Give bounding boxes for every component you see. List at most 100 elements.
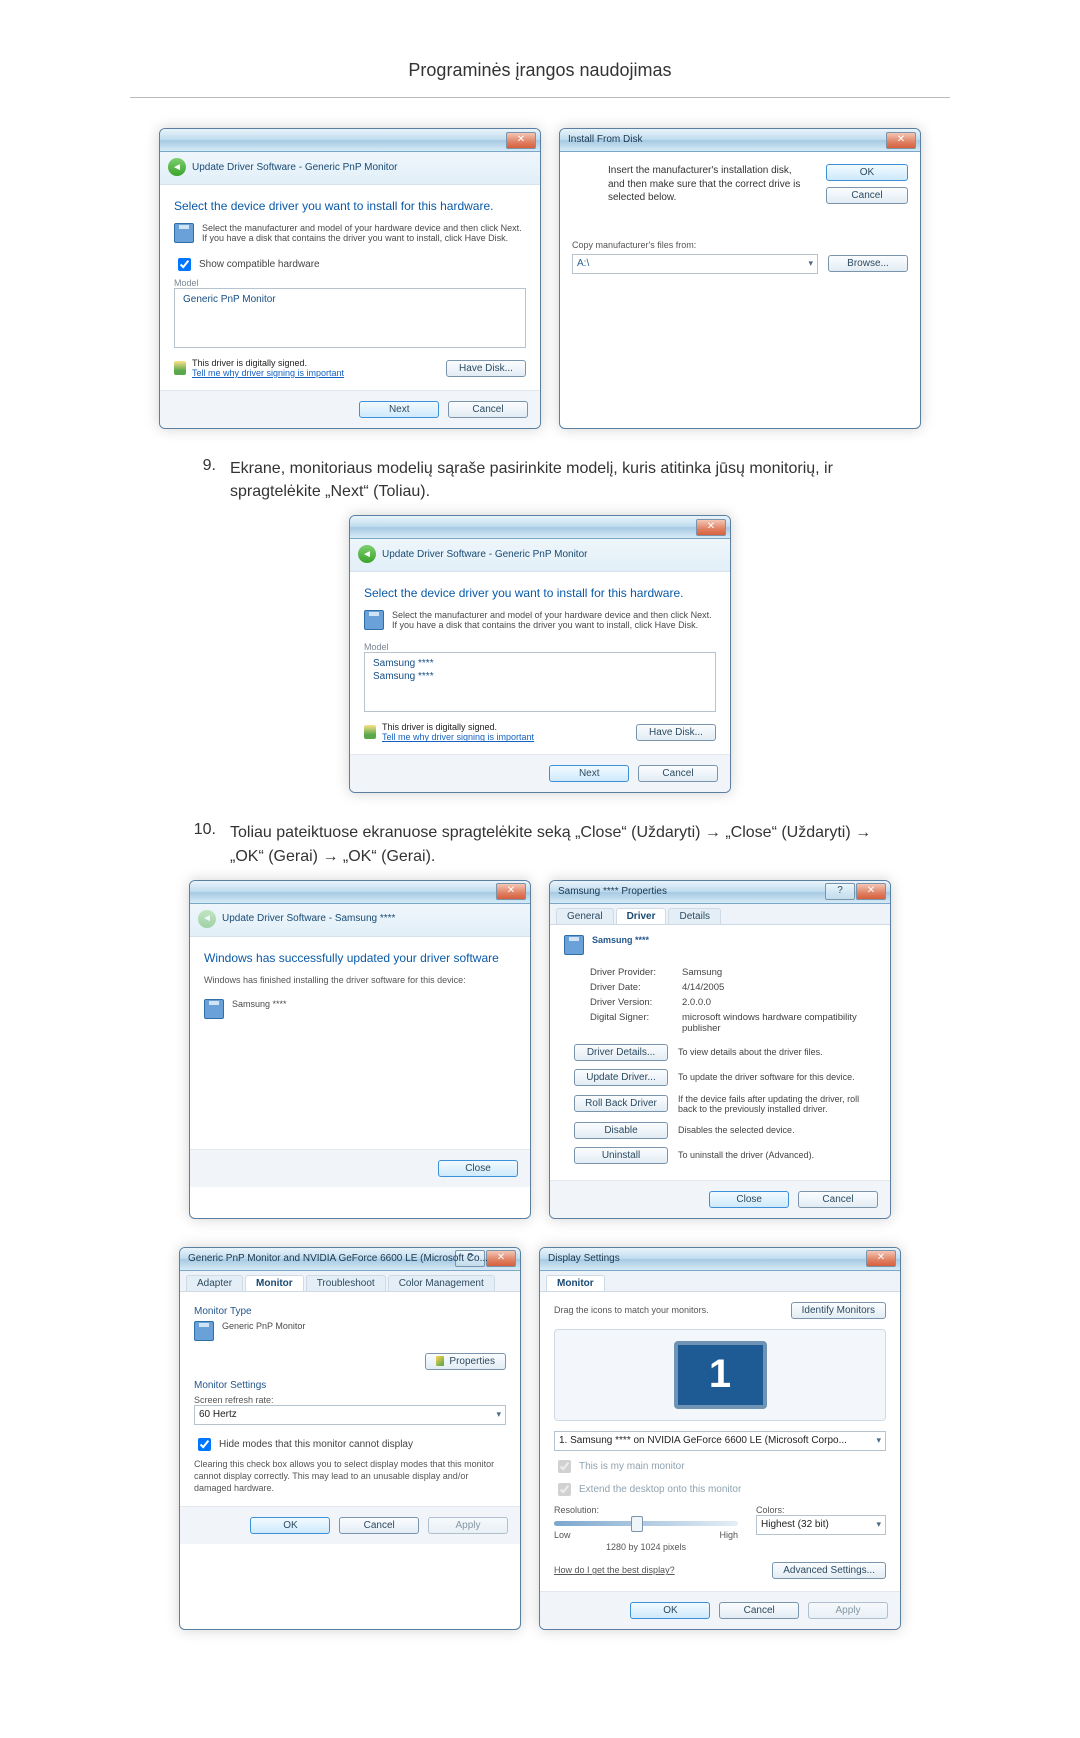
monitor-select[interactable]: 1. Samsung **** on NVIDIA GeForce 6600 L…	[554, 1431, 886, 1451]
figure-row-3: ✕ ◄ Update Driver Software - Samsung ***…	[120, 880, 960, 1219]
browse-button[interactable]: Browse...	[828, 255, 908, 272]
model-header: Model	[174, 278, 526, 288]
breadcrumb: ◄ Update Driver Software - Samsung ****	[190, 904, 530, 937]
update-driver-button[interactable]: Update Driver...	[574, 1069, 668, 1086]
signing-info-link[interactable]: Tell me why driver signing is important	[192, 368, 344, 378]
model-list[interactable]: Samsung **** Samsung ****	[364, 652, 716, 712]
cancel-button[interactable]: Cancel	[719, 1602, 799, 1619]
driver-provider-value: Samsung	[682, 967, 872, 978]
tab-monitor[interactable]: Monitor	[546, 1275, 605, 1291]
tab-details[interactable]: Details	[668, 908, 721, 924]
close-button[interactable]: Close	[438, 1160, 518, 1177]
colors-select[interactable]: Highest (32 bit) ▾	[756, 1515, 886, 1535]
close-icon[interactable]: ✕	[856, 883, 886, 900]
chevron-down-icon: ▾	[876, 1435, 881, 1446]
signed-text: This driver is digitally signed.	[382, 722, 497, 732]
shield-icon	[364, 725, 376, 739]
dialog-heading: Windows has successfully updated your dr…	[204, 951, 516, 965]
signing-info-link[interactable]: Tell me why driver signing is important	[382, 732, 534, 742]
ok-button[interactable]: OK	[826, 164, 908, 181]
breadcrumb-text: Update Driver Software - Generic PnP Mon…	[192, 162, 397, 173]
copy-from-path-text: A:\	[577, 258, 589, 269]
dialog-titlebar: Install From Disk ✕	[560, 129, 920, 152]
dialog-titlebar: Display Settings ✕	[540, 1248, 900, 1271]
tab-driver[interactable]: Driver	[616, 908, 667, 924]
monitor-preview[interactable]: 1	[554, 1329, 886, 1421]
hide-modes-label: Hide modes that this monitor cannot disp…	[219, 1439, 413, 1450]
help-icon[interactable]: ?	[825, 883, 855, 900]
tab-monitor[interactable]: Monitor	[245, 1275, 304, 1291]
dialog-hint: Select the manufacturer and model of you…	[364, 610, 716, 630]
disable-button[interactable]: Disable	[574, 1122, 668, 1139]
cancel-button[interactable]: Cancel	[798, 1191, 878, 1208]
driver-details-button[interactable]: Driver Details...	[574, 1044, 668, 1061]
tab-general[interactable]: General	[556, 908, 614, 924]
hide-modes-checkbox[interactable]: Hide modes that this monitor cannot disp…	[194, 1435, 506, 1454]
monitor-settings-label: Monitor Settings	[194, 1380, 506, 1391]
cancel-button[interactable]: Cancel	[826, 187, 908, 204]
model-item[interactable]: Samsung ****	[371, 657, 709, 670]
close-icon[interactable]: ✕	[496, 883, 526, 900]
cancel-button[interactable]: Cancel	[638, 765, 718, 782]
cancel-button[interactable]: Cancel	[448, 401, 528, 418]
monitor-icon	[564, 935, 584, 955]
chevron-down-icon[interactable]: ▾	[808, 258, 813, 269]
back-icon[interactable]: ◄	[358, 545, 376, 563]
update-driver-desc: To update the driver software for this d…	[678, 1072, 872, 1082]
digital-signer-value: microsoft windows hardware compatibility…	[682, 1012, 872, 1034]
identify-monitors-button[interactable]: Identify Monitors	[791, 1302, 886, 1319]
monitor-thumbnail-1[interactable]: 1	[674, 1341, 767, 1409]
close-icon[interactable]: ✕	[886, 132, 916, 149]
model-header: Model	[364, 642, 716, 652]
dialog-titlebar: Generic PnP Monitor and NVIDIA GeForce 6…	[180, 1248, 520, 1271]
dialog-titlebar: ✕	[350, 516, 730, 539]
close-icon[interactable]: ✕	[696, 519, 726, 536]
model-list[interactable]: Generic PnP Monitor	[174, 288, 526, 348]
floppy-icon	[174, 223, 194, 243]
have-disk-button[interactable]: Have Disk...	[636, 724, 716, 741]
close-icon[interactable]: ✕	[486, 1250, 516, 1267]
roll-back-button[interactable]: Roll Back Driver	[574, 1095, 668, 1112]
resolution-slider[interactable]	[554, 1521, 738, 1526]
refresh-rate-select[interactable]: 60 Hertz ▾	[194, 1405, 506, 1425]
ok-button[interactable]: OK	[250, 1517, 330, 1534]
device-properties-dialog: Samsung **** Properties ? ✕ General Driv…	[549, 880, 891, 1219]
tab-bar: Adapter Monitor Troubleshoot Color Manag…	[180, 1271, 520, 1292]
update-driver-dialog-a: ✕ ◄ Update Driver Software - Generic PnP…	[159, 128, 541, 429]
uninstall-button[interactable]: Uninstall	[574, 1147, 668, 1164]
copy-from-path[interactable]: A:\ ▾	[572, 254, 818, 274]
tab-color[interactable]: Color Management	[388, 1275, 495, 1291]
resolution-high: High	[719, 1530, 738, 1540]
properties-button[interactable]: Properties	[425, 1353, 506, 1370]
tab-adapter[interactable]: Adapter	[186, 1275, 243, 1291]
chevron-down-icon: ▾	[496, 1409, 501, 1420]
hide-modes-desc: Clearing this check box allows you to se…	[194, 1458, 506, 1494]
apply-button[interactable]: Apply	[428, 1517, 508, 1534]
tab-troubleshoot[interactable]: Troubleshoot	[306, 1275, 386, 1291]
have-disk-button[interactable]: Have Disk...	[446, 360, 526, 377]
close-button[interactable]: Close	[709, 1191, 789, 1208]
apply-button[interactable]: Apply	[808, 1602, 888, 1619]
show-compatible-input[interactable]	[178, 258, 191, 271]
back-icon[interactable]: ◄	[168, 158, 186, 176]
model-item[interactable]: Generic PnP Monitor	[181, 293, 519, 306]
floppy-icon	[364, 610, 384, 630]
show-compatible-checkbox[interactable]: Show compatible hardware	[174, 255, 526, 274]
best-display-link[interactable]: How do I get the best display?	[554, 1565, 675, 1575]
cancel-button[interactable]: Cancel	[339, 1517, 419, 1534]
chevron-down-icon: ▾	[876, 1519, 881, 1530]
dialog-title: Samsung **** Properties	[558, 881, 667, 903]
close-icon[interactable]: ✕	[866, 1250, 896, 1267]
slider-thumb[interactable]	[631, 1516, 643, 1532]
shield-icon	[174, 361, 186, 375]
advanced-settings-button[interactable]: Advanced Settings...	[772, 1562, 886, 1579]
hide-modes-input[interactable]	[198, 1438, 211, 1451]
ifd-message: Insert the manufacturer's installation d…	[608, 164, 810, 205]
ok-button[interactable]: OK	[630, 1602, 710, 1619]
hint-text: Select the manufacturer and model of you…	[202, 223, 526, 243]
next-button[interactable]: Next	[549, 765, 629, 782]
model-item[interactable]: Samsung ****	[371, 670, 709, 683]
dialog-subtext: Windows has finished installing the driv…	[204, 975, 516, 985]
close-icon[interactable]: ✕	[506, 132, 536, 149]
next-button[interactable]: Next	[359, 401, 439, 418]
